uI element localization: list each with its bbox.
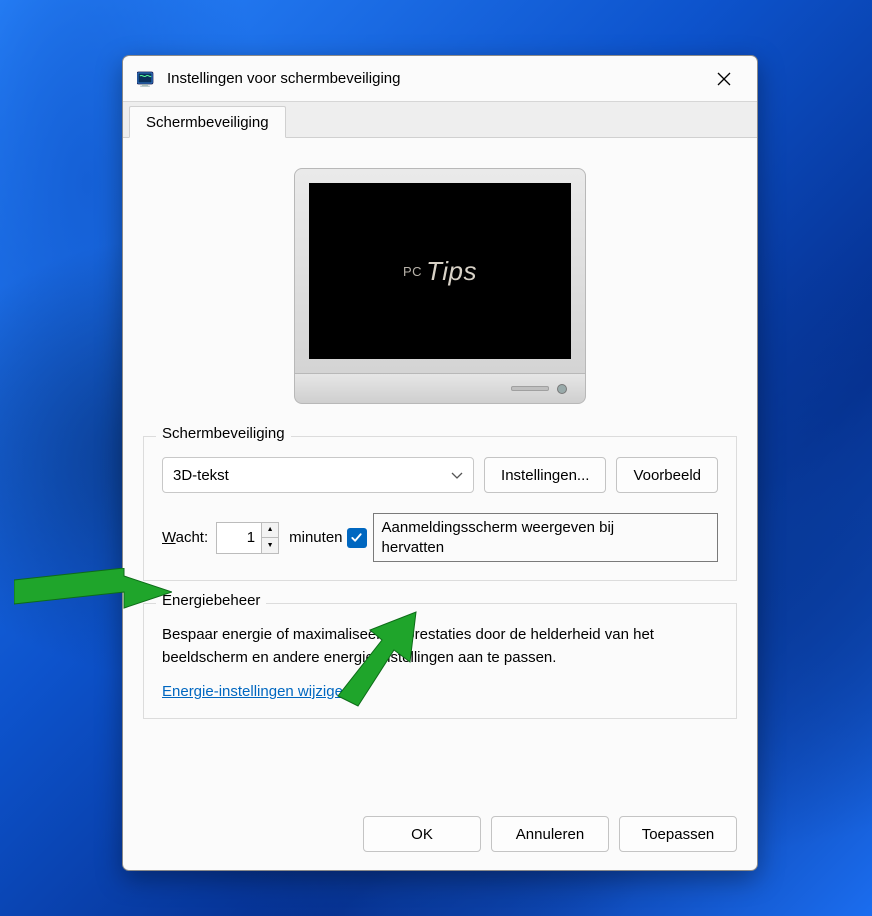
dialog-content: PC Tips Schermbeveiliging 3D-tekst Inste… (123, 138, 757, 802)
group-energy-label: Energiebeheer (156, 592, 266, 609)
preview-area: PC Tips (143, 148, 737, 428)
tab-strip: Schermbeveiliging (123, 102, 757, 138)
settings-button[interactable]: Instellingen... (484, 457, 606, 493)
cancel-button[interactable]: Annuleren (491, 816, 609, 852)
wait-spinner-up[interactable]: ▲ (262, 523, 278, 539)
energy-settings-link[interactable]: Energie-instellingen wijzigen (162, 683, 351, 700)
screensaver-select-value: 3D-tekst (173, 467, 229, 484)
resume-checkbox[interactable] (347, 528, 367, 548)
resume-checkbox-label[interactable]: Aanmeldingsscherm weergeven bij hervatte… (373, 513, 718, 562)
wait-label: Wacht: (162, 529, 208, 546)
group-screensaver-label: Schermbeveiliging (156, 425, 291, 442)
titlebar: Instellingen voor schermbeveiliging (123, 56, 757, 102)
screensaver-select[interactable]: 3D-tekst (162, 457, 474, 493)
energy-text: Bespaar energie of maximaliseer de prest… (162, 624, 718, 669)
wait-input[interactable] (217, 523, 261, 553)
group-screensaver: Schermbeveiliging 3D-tekst Instellingen.… (143, 436, 737, 581)
screensaver-settings-dialog: Instellingen voor schermbeveiliging Sche… (122, 55, 758, 871)
close-button[interactable] (701, 61, 747, 97)
wait-spinner-down[interactable]: ▼ (262, 538, 278, 553)
monitor-preview: PC Tips (294, 168, 586, 404)
screensaver-icon (137, 70, 157, 88)
preview-screen: PC Tips (309, 183, 571, 359)
wait-spinner[interactable]: ▲ ▼ (216, 522, 279, 554)
preview-button[interactable]: Voorbeeld (616, 457, 718, 493)
minutes-label: minuten (289, 529, 342, 546)
window-title: Instellingen voor schermbeveiliging (167, 70, 701, 87)
ok-button[interactable]: OK (363, 816, 481, 852)
tab-screensaver[interactable]: Schermbeveiliging (129, 106, 286, 138)
chevron-down-icon (451, 467, 463, 484)
apply-button[interactable]: Toepassen (619, 816, 737, 852)
group-energy: Energiebeheer Bespaar energie of maximal… (143, 603, 737, 719)
dialog-footer: OK Annuleren Toepassen (123, 802, 757, 870)
